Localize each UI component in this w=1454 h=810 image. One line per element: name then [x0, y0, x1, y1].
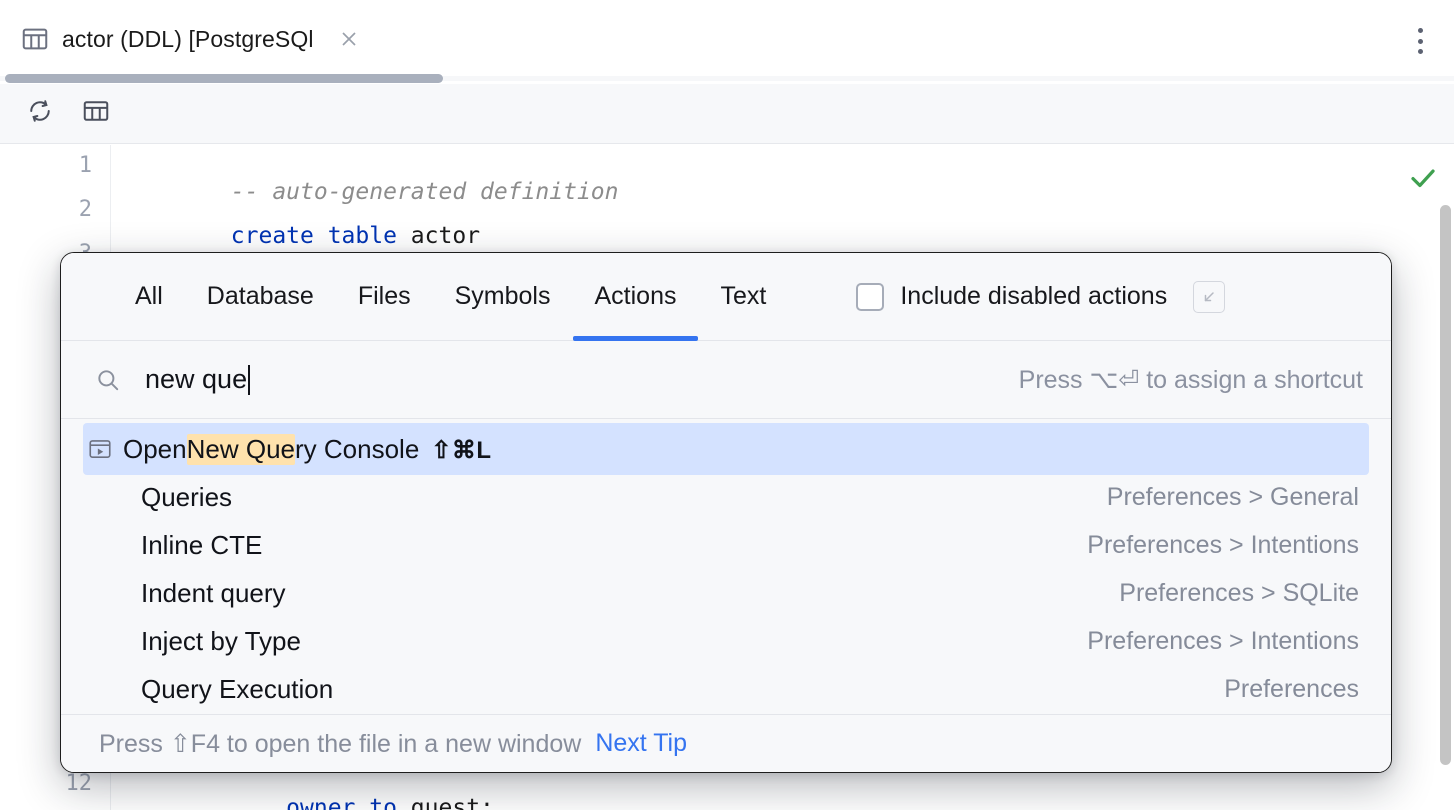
text-caret — [248, 364, 251, 395]
checkbox-box[interactable] — [856, 282, 885, 311]
tab-actions-label: Actions — [594, 282, 677, 310]
result-row-queries[interactable]: Queries Preferences > General — [61, 473, 1391, 521]
result-group-path: Preferences — [1224, 674, 1359, 703]
code-keyword: owner to — [230, 795, 397, 810]
result-label-prefix: Open — [123, 433, 187, 464]
tab-files[interactable]: Files — [336, 253, 433, 341]
code-keyword: create table — [230, 223, 397, 249]
editor-tab-bar: actor (DDL) [PostgreSQl — [0, 0, 1454, 83]
code-plain: actor — [396, 223, 481, 249]
close-icon[interactable] — [336, 26, 362, 52]
app-window: actor (DDL) [PostgreSQl 1 2 12 -- auto-g… — [0, 0, 1454, 810]
table-grid-icon — [81, 96, 111, 131]
result-label: Query Execution — [141, 673, 334, 704]
refresh-button[interactable] — [22, 96, 58, 132]
result-group-path: Preferences > General — [1106, 482, 1359, 511]
search-input-value: new que — [145, 364, 248, 394]
result-row-query-execution[interactable]: Query Execution Preferences — [61, 665, 1391, 713]
editor-tab-title: actor (DDL) [PostgreSQl — [62, 25, 314, 52]
result-label: Queries — [141, 481, 233, 512]
tab-all[interactable]: All — [113, 253, 185, 341]
line-number: 2 — [78, 197, 92, 222]
assign-shortcut-hint: Press ⌥⏎ to assign a shortcut — [1018, 365, 1363, 394]
footer-tip-text: Press ⇧F4 to open the file in a new wind… — [99, 729, 582, 758]
search-everywhere-input-row[interactable]: new que Press ⌥⏎ to assign a shortcut — [61, 341, 1391, 419]
collapse-arrow-icon[interactable] — [1193, 280, 1226, 313]
tab-text[interactable]: Text — [698, 253, 788, 341]
tab-database[interactable]: Database — [185, 253, 336, 341]
kebab-menu-icon[interactable] — [1414, 28, 1426, 54]
result-group-path: Preferences > Intentions — [1087, 530, 1359, 559]
search-everywhere-footer: Press ⇧F4 to open the file in a new wind… — [61, 714, 1391, 772]
line-number: 1 — [78, 153, 92, 178]
result-row-inline-cte[interactable]: Inline CTE Preferences > Intentions — [61, 521, 1391, 569]
result-label: Inline CTE — [141, 529, 263, 560]
line-number: 12 — [65, 771, 93, 796]
code-plain: guest; — [396, 795, 494, 810]
tab-files-label: Files — [357, 282, 411, 310]
result-group-path: Preferences > Intentions — [1087, 626, 1359, 655]
next-tip-link[interactable]: Next Tip — [595, 729, 687, 758]
tab-symbols-label: Symbols — [454, 282, 551, 310]
tab-actions[interactable]: Actions — [572, 253, 699, 341]
editor-vertical-scrollbar[interactable] — [1440, 205, 1451, 765]
show-table-button[interactable] — [78, 96, 114, 132]
result-label: Indent query — [141, 577, 286, 608]
result-label-suffix: ry Console — [295, 433, 420, 464]
code-line: owner to guest; — [120, 769, 494, 810]
editor-tab-actor-ddl[interactable]: actor (DDL) [PostgreSQl — [20, 14, 362, 64]
search-input[interactable]: new que — [145, 364, 251, 395]
search-everywhere-popup: All Database Files Symbols Actions Text … — [60, 252, 1392, 773]
tab-scroll-thumb[interactable] — [5, 74, 443, 83]
refresh-icon — [25, 96, 55, 131]
editor-toolbar — [0, 84, 1454, 144]
result-label: Inject by Type — [141, 625, 301, 656]
result-group-path: Preferences > SQLite — [1119, 578, 1359, 607]
result-row-open-new-query-console[interactable]: Open New Que ry Console ⇧⌘L — [83, 423, 1369, 475]
search-icon — [95, 367, 121, 393]
include-disabled-actions-label: Include disabled actions — [900, 282, 1168, 310]
tab-text-label: Text — [720, 282, 767, 310]
result-row-inject-by-type[interactable]: Inject by Type Preferences > Intentions — [61, 617, 1391, 665]
include-disabled-actions-checkbox[interactable]: Include disabled actions — [856, 282, 1167, 311]
green-check-icon[interactable] — [1408, 163, 1438, 193]
tab-symbols[interactable]: Symbols — [433, 253, 573, 341]
tab-all-label: All — [135, 282, 163, 310]
tab-database-label: Database — [206, 282, 314, 310]
search-results-list: Open New Que ry Console ⇧⌘L Queries Prefe… — [61, 419, 1391, 714]
result-label: Open New Que ry Console ⇧⌘L — [123, 433, 492, 465]
table-icon — [20, 24, 50, 54]
result-shortcut: ⇧⌘L — [431, 436, 492, 464]
result-row-indent-query[interactable]: Indent query Preferences > SQLite — [61, 569, 1391, 617]
result-label-match: New Que — [186, 433, 295, 465]
search-everywhere-tab-row: All Database Files Symbols Actions Text … — [61, 253, 1391, 341]
console-icon — [85, 434, 115, 464]
